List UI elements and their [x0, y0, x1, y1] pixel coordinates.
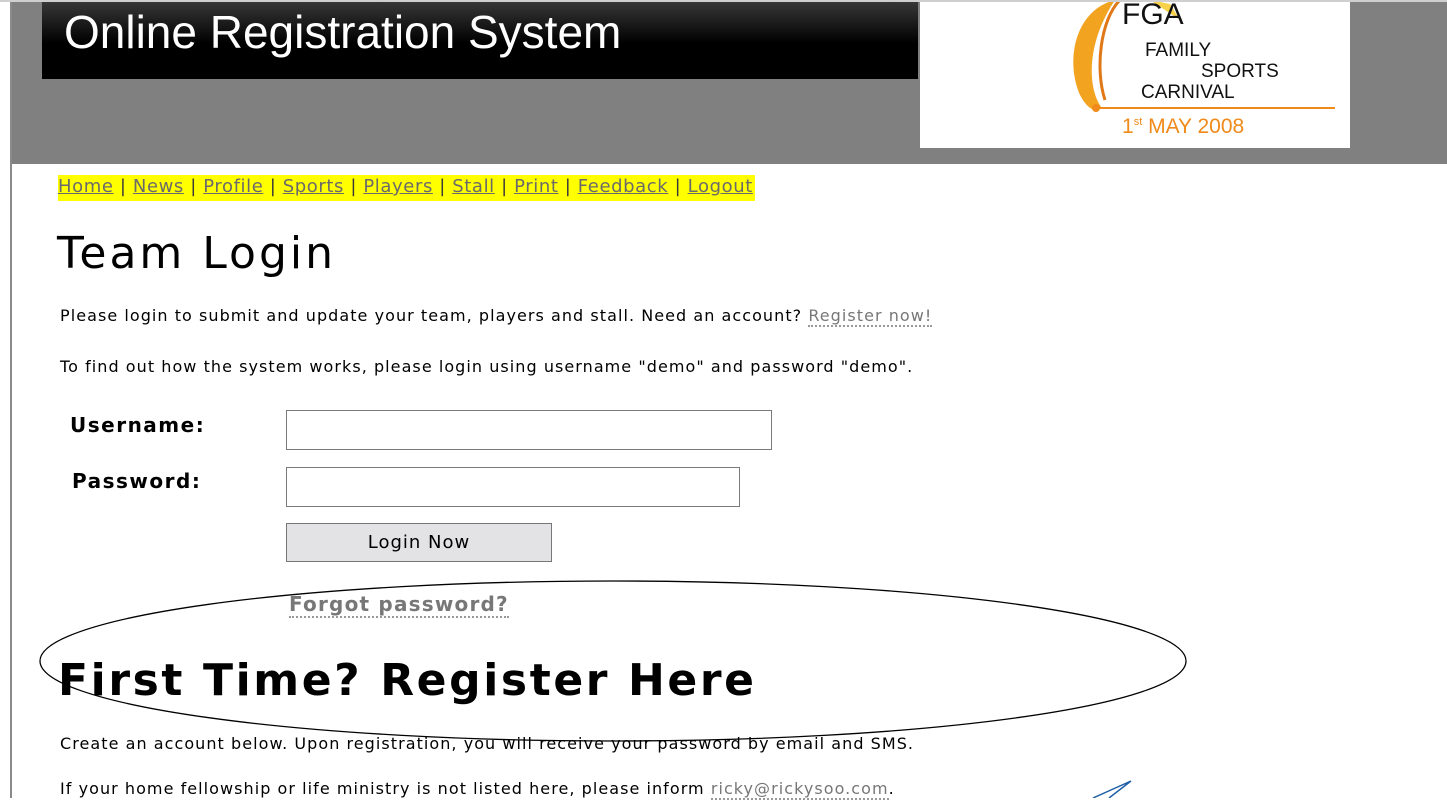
- nav-link-home[interactable]: Home: [58, 176, 114, 197]
- nav-separator: |: [263, 176, 283, 197]
- nav-link-news[interactable]: News: [133, 176, 184, 197]
- logo-carnival-text: CARNIVAL: [1141, 82, 1235, 103]
- nav-link-sports[interactable]: Sports: [283, 176, 344, 197]
- login-now-button[interactable]: Login Now: [286, 523, 552, 562]
- nav-separator: |: [494, 176, 515, 197]
- nav-separator: |: [183, 176, 204, 197]
- password-input[interactable]: [286, 467, 740, 507]
- register-instructions: Create an account below. Upon registrati…: [60, 734, 915, 753]
- site-title: Online Registration System: [64, 6, 622, 58]
- logo-family-text: FAMILY: [1145, 40, 1212, 61]
- left-border: [10, 0, 12, 798]
- register-now-link[interactable]: Register now!: [808, 306, 933, 327]
- logo-date-text: 1st MAY 2008: [1122, 110, 1244, 139]
- register-note: If your home fellowship or life ministry…: [60, 778, 895, 800]
- main-nav: Home | News | Profile | Sports | Players…: [58, 175, 755, 201]
- logo-sports-text: SPORTS: [1201, 61, 1279, 82]
- logo-fga-text: FGA: [1122, 0, 1184, 31]
- password-label: Password:: [72, 469, 202, 493]
- nav-separator: |: [432, 176, 453, 197]
- username-label: Username:: [70, 413, 206, 437]
- nav-separator: |: [113, 176, 133, 197]
- username-input[interactable]: [286, 410, 772, 450]
- logo-date-rest: MAY 2008: [1142, 115, 1245, 138]
- forgot-password-link[interactable]: Forgot password?: [289, 592, 509, 618]
- nav-separator: |: [668, 176, 688, 197]
- nav-link-feedback[interactable]: Feedback: [578, 176, 669, 197]
- nav-separator: |: [558, 176, 578, 197]
- logo-date-suffix: st: [1133, 116, 1143, 128]
- demo-instructions: To find out how the system works, please…: [60, 357, 914, 376]
- nav-link-profile[interactable]: Profile: [203, 176, 263, 197]
- logo-date-day: 1: [1122, 115, 1134, 138]
- nav-separator: |: [344, 176, 364, 197]
- annotation-arrow: [1092, 780, 1132, 798]
- login-intro: Please login to submit and update your t…: [60, 305, 933, 327]
- register-heading: First Time? Register Here: [58, 655, 757, 706]
- register-note-text: If your home fellowship or life ministry…: [60, 779, 711, 798]
- top-border: [0, 0, 1447, 2]
- nav-link-players[interactable]: Players: [363, 176, 433, 197]
- nav-link-stall[interactable]: Stall: [452, 176, 495, 197]
- login-intro-text: Please login to submit and update your t…: [60, 306, 809, 325]
- contact-email-link[interactable]: ricky@rickysoo.com: [710, 779, 889, 800]
- nav-link-logout[interactable]: Logout: [688, 176, 753, 197]
- register-note-end: .: [888, 779, 895, 798]
- login-heading: Team Login: [57, 228, 336, 279]
- nav-link-print[interactable]: Print: [514, 176, 558, 197]
